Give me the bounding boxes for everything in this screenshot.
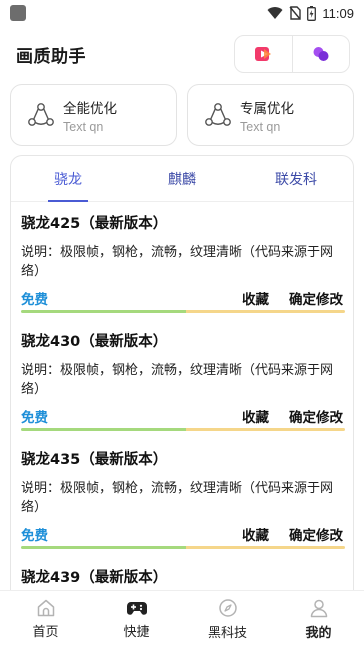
item-actions: 免费 收藏 确定修改	[21, 524, 343, 544]
card-text: 专属优化 Text qn	[240, 97, 294, 134]
card-subtitle: Text qn	[240, 119, 281, 134]
clock: 11:09	[322, 5, 354, 21]
nav-black-tech[interactable]: 黑科技	[182, 591, 273, 647]
gamepad-icon	[126, 601, 147, 615]
network-icon	[28, 103, 54, 126]
item-title: 骁龙425（最新版本）	[21, 216, 168, 232]
video-button[interactable]	[235, 36, 292, 72]
confirm-button[interactable]: 确定修改	[289, 288, 343, 308]
config-list: 骁龙425（最新版本） 说明：极限帧，钢枪，流畅，纹理清晰（代码来源于网络） 免…	[11, 202, 353, 590]
chipset-tabs: 骁龙 麒麟 联发科	[11, 156, 353, 202]
price-label: 免费	[21, 292, 48, 308]
item-description: 说明：极限帧，钢枪，流畅，纹理清晰（代码来源于网络）	[21, 481, 334, 515]
nav-mine[interactable]: 我的	[273, 591, 364, 647]
card-all-optimize[interactable]: 全能优化 Text qn	[10, 84, 177, 146]
card-text: 全能优化 Text qn	[63, 97, 117, 134]
item-title: 骁龙430（最新版本）	[21, 334, 168, 350]
item-description: 说明：极限帧，钢枪，流畅，纹理清晰（代码来源于网络）	[21, 363, 334, 397]
page-title: 画质助手	[16, 46, 86, 67]
list-item: 骁龙430（最新版本） 说明：极限帧，钢枪，流畅，纹理清晰（代码来源于网络） 免…	[21, 320, 345, 438]
item-title: 骁龙439（最新版本）	[21, 570, 168, 586]
wifi-icon	[267, 7, 283, 20]
list-item: 骁龙435（最新版本） 说明：极限帧，钢枪，流畅，纹理清晰（代码来源于网络） 免…	[21, 438, 345, 556]
nav-label: 首页	[32, 624, 59, 640]
list-item: 骁龙439（最新版本）	[21, 556, 343, 590]
nav-label: 我的	[305, 625, 332, 641]
item-description: 说明：极限帧，钢枪，流畅，纹理清晰（代码来源于网络）	[21, 245, 334, 279]
bottom-navigation: 首页 快捷 黑科技 我的	[0, 590, 364, 647]
item-divider	[21, 428, 345, 431]
header-action-group	[234, 35, 350, 73]
item-actions: 免费 收藏 确定修改	[21, 288, 343, 308]
card-title: 专属优化	[240, 100, 294, 117]
price-label: 免费	[21, 410, 48, 426]
item-actions: 免费 收藏 确定修改	[21, 406, 343, 426]
chipset-panel: 骁龙 麒麟 联发科 骁龙425（最新版本） 说明：极限帧，钢枪，流畅，纹理清晰（…	[10, 155, 354, 590]
tab-snapdragon[interactable]: 骁龙	[11, 156, 125, 201]
battery-icon	[307, 5, 317, 21]
nav-shortcut[interactable]: 快捷	[91, 591, 182, 647]
nav-home[interactable]: 首页	[0, 591, 91, 647]
status-icons: 11:09	[267, 5, 354, 21]
group-button[interactable]	[291, 36, 350, 72]
confirm-button[interactable]: 确定修改	[289, 406, 343, 426]
price-label: 免费	[21, 528, 48, 544]
play-icon	[255, 47, 272, 61]
favorite-button[interactable]: 收藏	[242, 406, 269, 426]
favorite-button[interactable]: 收藏	[242, 288, 269, 308]
card-exclusive-optimize[interactable]: 专属优化 Text qn	[187, 84, 354, 146]
card-title: 全能优化	[63, 100, 117, 117]
feature-cards: 全能优化 Text qn 专属优化 Text qn	[10, 84, 354, 146]
item-divider	[21, 310, 345, 313]
user-icon	[310, 599, 327, 617]
no-sim-icon	[289, 6, 302, 20]
favorite-button[interactable]: 收藏	[242, 524, 269, 544]
home-icon	[37, 599, 54, 616]
tab-kirin[interactable]: 麒麟	[125, 156, 239, 201]
list-item: 骁龙425（最新版本） 说明：极限帧，钢枪，流畅，纹理清晰（代码来源于网络） 免…	[21, 202, 345, 320]
nav-label: 快捷	[123, 624, 150, 640]
compass-icon	[218, 598, 237, 617]
item-title: 骁龙435（最新版本）	[21, 452, 168, 468]
app-header: 画质助手	[0, 34, 364, 74]
circles-icon	[313, 47, 329, 61]
tab-mediatek[interactable]: 联发科	[239, 156, 353, 201]
nav-label: 黑科技	[207, 625, 247, 641]
status-bar: 11:09	[0, 0, 364, 26]
network-icon	[205, 103, 231, 126]
app-notification-icon	[10, 5, 26, 21]
card-subtitle: Text qn	[63, 119, 104, 134]
item-divider	[21, 546, 345, 549]
confirm-button[interactable]: 确定修改	[289, 524, 343, 544]
